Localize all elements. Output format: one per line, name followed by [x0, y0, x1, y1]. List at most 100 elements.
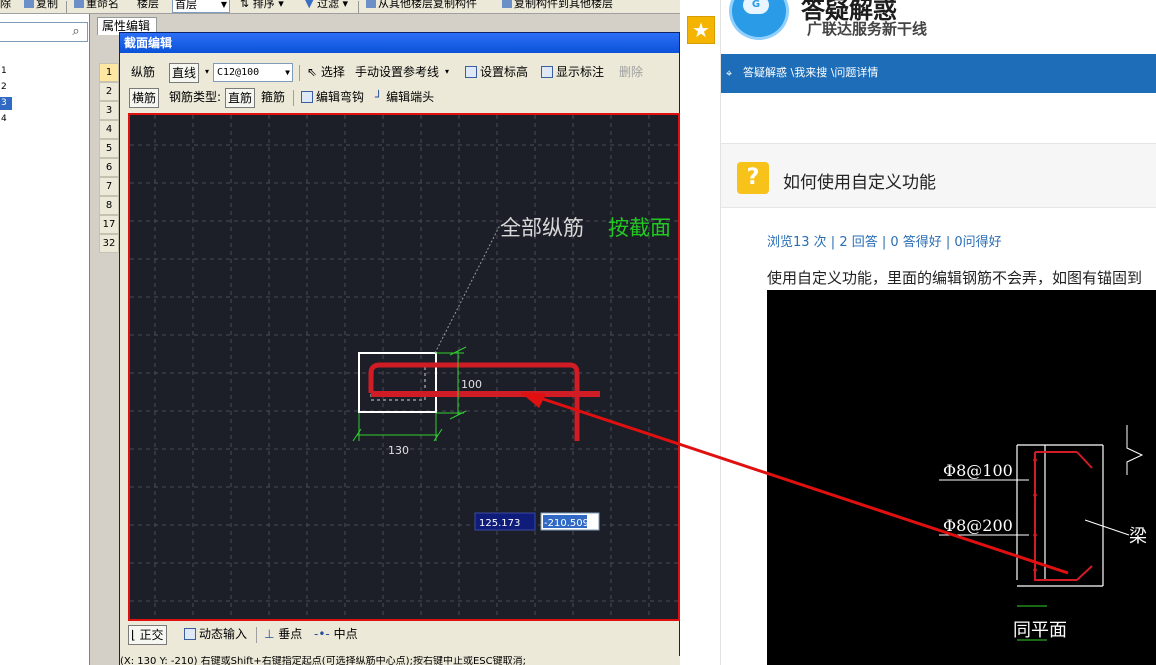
rebar-label-2: Φ8@200 — [943, 516, 1013, 535]
perpendicular-label: 垂点 — [278, 627, 303, 641]
toolbar-separator — [66, 1, 67, 13]
site-slogan: 广联达服务新干线 — [807, 20, 928, 38]
rebar-detail-drawing: Φ8@100 Φ8@200 梁 同平面 — [939, 425, 1147, 641]
rebar-label-1: Φ8@100 — [943, 461, 1013, 480]
row-number[interactable]: 3 — [99, 101, 119, 120]
dimension-width-label: 130 — [388, 444, 409, 457]
rebar-hook-shape[interactable] — [368, 362, 580, 441]
dialog-titlebar[interactable]: 截面编辑 — [120, 33, 679, 53]
row-number[interactable]: 6 — [99, 158, 119, 177]
chevron-down-icon[interactable]: ▾ — [203, 63, 211, 83]
show-label-label: 显示标注 — [556, 65, 605, 79]
main-toolbar: 除 复制 重命名 楼层 首层 ▼ ⇅ 排序 ▾ ▼ 过滤 ▾ 从其他楼层复制构件 … — [0, 0, 680, 14]
toolbar-copy-to-floor[interactable]: 复制构件到其他楼层 — [502, 0, 613, 11]
manual-refline-button[interactable]: 手动设置参考线 — [353, 63, 441, 83]
chevron-down-icon: ▼ — [285, 68, 290, 77]
toolbar-sort-label: 排序 — [252, 0, 275, 10]
drawing-canvas[interactable]: 全部纵筋 按截面 100 130 125.173 -210.509 — [128, 113, 680, 621]
rebar-dot — [1033, 458, 1037, 462]
row-number[interactable]: 2 — [99, 82, 119, 101]
coord-y-value: -210.509 — [544, 518, 589, 529]
dialog-toolbar-2: 横筋 钢筋类型: 直筋 箍筋 编辑弯钩 ┘ 编辑端头 — [125, 86, 677, 108]
question-attached-image[interactable]: Φ8@100 Φ8@200 梁 同平面 — [767, 290, 1156, 665]
copy-from-floor-icon — [366, 0, 376, 8]
select-label: 选择 — [320, 65, 345, 79]
midpoint-snap-button[interactable]: -•- 中点 — [312, 625, 360, 645]
favorite-star-icon[interactable]: ★ — [687, 16, 715, 44]
qa-webpage: G 答疑解惑 广联达服务新干线 ⌖ 答疑解惑 \我来搜 \问题详情 ? 如何使用… — [720, 0, 1156, 665]
search-input[interactable]: ⌕ — [0, 22, 88, 42]
dynamic-input-button[interactable]: 动态输入 — [182, 625, 249, 645]
toolbar-filter[interactable]: ▼ 过滤 ▾ — [305, 0, 348, 11]
leader-line — [434, 224, 501, 354]
midpoint-label: 中点 — [333, 627, 358, 641]
toolbar-delete[interactable]: 除 — [0, 0, 11, 11]
hook-icon — [301, 91, 313, 103]
stirrup-button[interactable]: 箍筋 — [259, 88, 287, 108]
straight-rebar-button[interactable]: 直筋 — [225, 88, 256, 108]
rebar-dot — [1033, 493, 1037, 497]
row-number[interactable]: 5 — [99, 139, 119, 158]
ortho-button[interactable]: ⌊ 正交 — [128, 625, 167, 645]
beam-label: 梁 — [1129, 526, 1147, 547]
chevron-down-icon[interactable]: ▾ — [443, 63, 451, 83]
select-button[interactable]: ⇖ 选择 — [305, 63, 347, 83]
dynamic-input-icon — [184, 628, 196, 640]
toolbar-separator — [293, 90, 294, 106]
dynamic-input-label: 动态输入 — [199, 627, 248, 641]
break-line — [1126, 425, 1144, 475]
row-number[interactable]: 17 — [99, 215, 119, 234]
edit-end-button[interactable]: ┘ 编辑端头 — [373, 88, 436, 108]
snap-toolbar: ⌊ 正交 动态输入 ⊥ 垂点 -•- 中点 — [128, 623, 680, 647]
section-edit-dialog: 截面编辑 纵筋 直线 ▾ C12@100 ▼ ⇖ 选择 手动设置参考线 ▾ 设置标… — [119, 32, 680, 665]
row-number[interactable]: 32 — [99, 234, 119, 253]
show-label-button[interactable]: 显示标注 — [539, 63, 606, 83]
toolbar-rename[interactable]: 重命名 — [74, 0, 119, 11]
line-mode-button[interactable]: 直线 — [169, 63, 200, 83]
location-pin-icon: ⌖ — [726, 67, 733, 80]
toolbar-copy-from-floor[interactable]: 从其他楼层复制构件 — [366, 0, 477, 11]
edit-hook-button[interactable]: 编辑弯钩 — [299, 88, 366, 108]
floor-select[interactable]: 首层 ▼ — [172, 0, 230, 13]
tree-item[interactable]: 2 — [0, 81, 12, 94]
component-tree-panel: ⌕ 1 2 3 4 — [0, 14, 90, 665]
mascot-face-icon: G — [743, 0, 769, 14]
toolbar-copy-from-floor-label: 从其他楼层复制构件 — [378, 0, 477, 10]
sort-icon: ⇅ — [240, 0, 250, 10]
rebar-type-label: 钢筋类型: — [169, 90, 222, 104]
toolbar-rename-label: 重命名 — [86, 0, 119, 10]
row-number[interactable]: 1 — [99, 63, 119, 82]
row-number[interactable]: 4 — [99, 120, 119, 139]
tree-item-selected[interactable]: 3 — [0, 97, 12, 110]
beam-leader — [1084, 519, 1130, 536]
ortho-icon: ⌊ — [131, 628, 136, 642]
drawing-canvas-svg[interactable]: 全部纵筋 按截面 100 130 125.173 -210.509 — [130, 115, 678, 619]
chevron-down-icon: ▼ — [220, 0, 227, 9]
tree-item[interactable]: 4 — [0, 113, 12, 126]
toolbar-copy[interactable]: 复制 — [24, 0, 58, 11]
dimension-height-label: 100 — [461, 378, 482, 391]
midpoint-icon: -•- — [314, 627, 330, 641]
detail-rebar — [1034, 451, 1077, 581]
row-number[interactable]: 7 — [99, 177, 119, 196]
rebar-spec-select[interactable]: C12@100 ▼ — [213, 63, 293, 82]
breadcrumb[interactable]: 答疑解惑 \我来搜 \问题详情 — [743, 66, 878, 80]
status-bar: (X: 130 Y: -210) 右键或Shift+右键指定起点(可选择纵筋中心… — [120, 656, 680, 665]
question-stats[interactable]: 浏览13 次 | 2 回答 | 0 答得好 | 0问得好 — [767, 231, 1002, 250]
perpendicular-snap-button[interactable]: ⊥ 垂点 — [262, 625, 304, 645]
question-body: 使用自定义功能，里面的编辑钢筋不会弄，如图有锚固到 — [767, 269, 1143, 287]
horizontal-rebar-button[interactable]: 横筋 — [129, 88, 160, 108]
set-elevation-button[interactable]: 设置标高 — [463, 63, 530, 83]
delete-button[interactable]: 删除 — [617, 63, 645, 83]
rebar-spec-value: C12@100 — [217, 67, 260, 78]
nav-bar: ⌖ 答疑解惑 \我来搜 \问题详情 — [721, 54, 1156, 93]
search-icon[interactable]: ⌕ — [67, 24, 85, 40]
label-icon — [541, 66, 553, 78]
dialog-toolbar-1: 纵筋 直线 ▾ C12@100 ▼ ⇖ 选择 手动设置参考线 ▾ 设置标高 显示标… — [125, 61, 677, 83]
tree-item[interactable]: 1 — [0, 65, 12, 78]
detail-rebar-hook — [1076, 565, 1093, 581]
toolbar-sort[interactable]: ⇅ 排序 ▾ — [240, 0, 284, 11]
question-mark-icon: ? — [737, 162, 769, 194]
coord-x-value: 125.173 — [479, 518, 520, 529]
row-number[interactable]: 8 — [99, 196, 119, 215]
